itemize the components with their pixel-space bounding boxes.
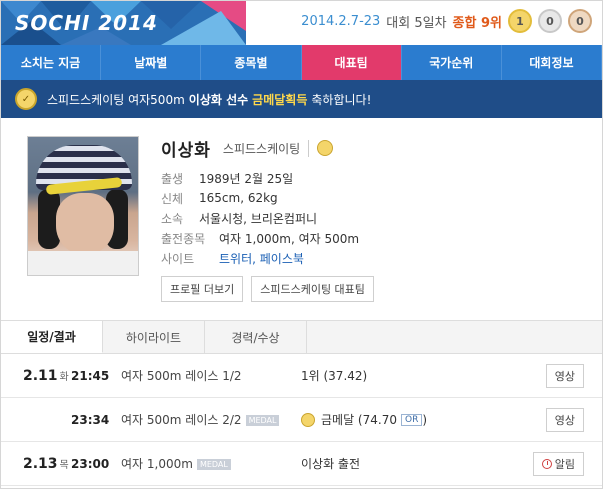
detail-value: 서울시청, 브리온컴퍼니 (199, 211, 318, 226)
nav-item-games-info[interactable]: 대회정보 (502, 45, 602, 80)
nav-item-team[interactable]: 대표팀 (301, 45, 402, 80)
banner-event: 스피드스케이팅 여자500m (47, 92, 185, 107)
profile-buttons: 프로필 더보기 스피드스케이팅 대표팀 (161, 276, 592, 302)
gold-medal-count: 1 (508, 9, 532, 33)
main-nav: 소치는 지금 날짜별 종목별 대표팀 국가순위 대회정보 (1, 45, 602, 80)
athlete-profile: 이상화 스피드스케이팅 출생 1989년 2월 25일 신체 165cm, 62… (1, 118, 602, 318)
medal-banner[interactable]: ✓ 스피드스케이팅 여자500m 이상화 선수 금메달획득 축하합니다! (1, 80, 602, 118)
alarm-button[interactable]: 알림 (532, 451, 584, 476)
tab-schedule[interactable]: 일정/결과 (1, 321, 103, 353)
sochi-logo[interactable]: SOCHI 2014 (1, 1, 246, 45)
athlete-name: 이상화 (161, 140, 211, 161)
schedule-row: 23:34 여자 500m 레이스 2/2 MEDAL 금메달 (74.70 OR… (1, 398, 602, 442)
schedule-row: 2.13 목 23:00 여자 1,000m MEDAL 이상화 출전 알림 (1, 442, 602, 486)
tab-career[interactable]: 경력/수상 (205, 321, 307, 353)
banner-athlete: 이상화 선수 (188, 92, 249, 107)
nav-item-now[interactable]: 소치는 지금 (1, 45, 102, 80)
detail-team: 소속 서울시청, 브리온컴퍼니 (161, 208, 592, 228)
schedule-event: 여자 1,000m MEDAL (121, 455, 301, 472)
nav-item-country-rank[interactable]: 국가순위 (402, 45, 502, 80)
detail-value: 여자 1,000m, 여자 500m (219, 231, 360, 246)
gold-medal-icon (301, 412, 315, 427)
header: SOCHI 2014 2014.2.7-23 대회 5일차 종합 9위 1 0 … (1, 1, 602, 45)
detail-label: 신체 (161, 191, 184, 206)
bronze-medal-count: 0 (568, 9, 592, 33)
medal-tag: MEDAL (245, 415, 280, 426)
gold-medal-icon: ✓ (15, 88, 37, 110)
medal-tag: MEDAL (196, 459, 231, 470)
schedule-event: 여자 500m 레이스 1/2 (121, 369, 242, 383)
games-status: 2014.2.7-23 대회 5일차 종합 9위 1 0 0 (301, 9, 592, 33)
athlete-photo (27, 136, 139, 276)
detail-sites: 사이트 트위터, 페이스북 (161, 248, 592, 268)
detail-value: 165cm, 62kg (199, 191, 278, 205)
athlete-sport: 스피드스케이팅 (223, 139, 310, 157)
detail-label: 소속 (161, 211, 184, 226)
video-button[interactable]: 영상 (545, 407, 584, 432)
detail-label: 사이트 (161, 251, 195, 266)
more-profile-button[interactable]: 프로필 더보기 (161, 276, 244, 302)
schedule-time: 23:34 (71, 412, 110, 427)
banner-message: 축하합니다! (311, 92, 372, 107)
schedule-date: 2.11 화 (23, 367, 69, 384)
tab-highlights[interactable]: 하이라이트 (103, 321, 205, 353)
schedule-event: 여자 500m 레이스 2/2 MEDAL (121, 411, 301, 428)
site-links[interactable]: 트위터, 페이스북 (219, 250, 304, 267)
clock-icon (541, 458, 552, 469)
schedule-date: 2.13 목 (23, 455, 69, 472)
schedule-list: 2.11 화 21:45 여자 500m 레이스 1/2 1위 (37.42) 영… (1, 354, 602, 486)
detail-label: 출생 (161, 171, 184, 186)
profile-tabs: 일정/결과 하이라이트 경력/수상 (1, 320, 602, 354)
day-count: 대회 5일차 (386, 15, 447, 31)
nav-item-by-date[interactable]: 날짜별 (101, 45, 202, 80)
team-button[interactable]: 스피드스케이팅 대표팀 (251, 276, 374, 302)
banner-medal: 금메달획득 (252, 92, 308, 107)
detail-label: 출전종목 (161, 231, 206, 246)
silver-medal-count: 0 (538, 9, 562, 33)
date-range: 2014.2.7-23 (301, 13, 381, 29)
detail-birth: 출생 1989년 2월 25일 (161, 168, 592, 188)
detail-value: 1989년 2월 25일 (199, 171, 294, 186)
overall-rank: 종합 9위 (452, 15, 502, 31)
video-button[interactable]: 영상 (545, 363, 584, 388)
name-row: 이상화 스피드스케이팅 (161, 136, 592, 161)
schedule-time: 23:00 (71, 456, 110, 471)
logo-text: SOCHI 2014 (15, 11, 158, 35)
nav-item-by-sport[interactable]: 종목별 (201, 45, 302, 80)
page-frame: SOCHI 2014 2014.2.7-23 대회 5일차 종합 9위 1 0 … (0, 0, 603, 489)
athlete-info: 이상화 스피드스케이팅 출생 1989년 2월 25일 신체 165cm, 62… (161, 136, 592, 302)
detail-body: 신체 165cm, 62kg (161, 188, 592, 208)
schedule-row: 2.11 화 21:45 여자 500m 레이스 1/2 1위 (37.42) 영… (1, 354, 602, 398)
schedule-time: 21:45 (71, 368, 110, 383)
olympic-record-badge: OR (400, 413, 423, 426)
detail-events: 출전종목 여자 1,000m, 여자 500m (161, 228, 592, 248)
gold-medal-icon (317, 140, 334, 156)
